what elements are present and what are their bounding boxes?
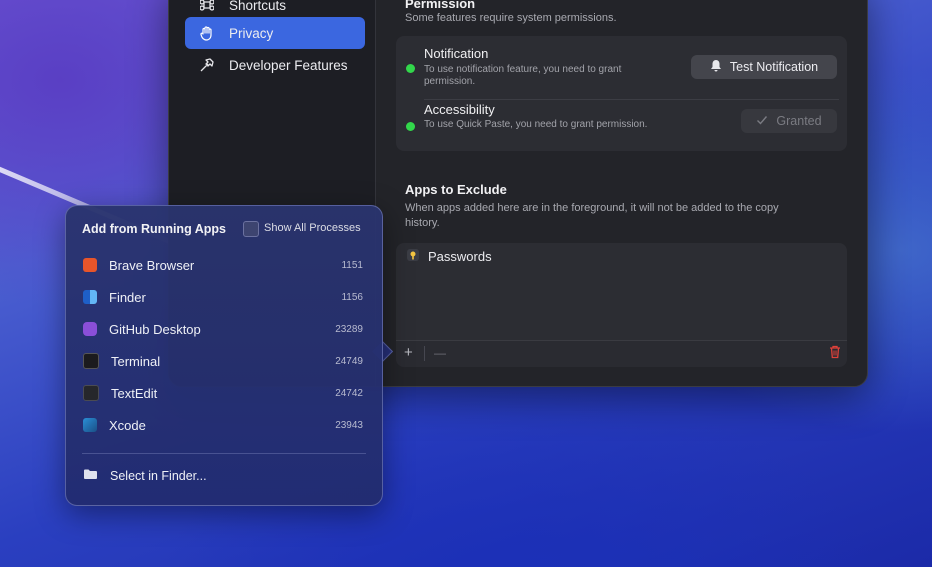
divider [424, 346, 425, 361]
app-name: Terminal [111, 353, 161, 369]
running-app-row[interactable]: Brave Browser 1151 [83, 253, 363, 277]
running-app-row[interactable]: GitHub Desktop 23289 [83, 317, 363, 341]
running-app-row[interactable]: TextEdit 24742 [83, 381, 363, 405]
granted-button: Granted [741, 109, 837, 133]
process-id: 24749 [335, 355, 363, 367]
divider [82, 453, 366, 454]
process-id: 24742 [335, 387, 363, 399]
folder-icon [83, 468, 98, 483]
app-name: TextEdit [111, 385, 158, 401]
permission-row-notification: Notification To use notification feature… [396, 36, 847, 92]
status-dot-green [406, 122, 415, 131]
app-name: GitHub Desktop [109, 321, 201, 337]
trash-icon[interactable] [829, 345, 841, 364]
sidebar-item-label: Privacy [229, 25, 274, 41]
list-toolbar: + — [396, 340, 847, 367]
button-label: Granted [776, 114, 822, 128]
running-apps-popover: Add from Running Apps Show All Processes… [65, 205, 383, 506]
sidebar-item-label: Shortcuts [229, 0, 287, 13]
passwords-app-icon [406, 248, 420, 265]
test-notification-button[interactable]: Test Notification [691, 55, 837, 79]
app-name: Passwords [428, 249, 492, 264]
button-label: Select in Finder... [110, 468, 207, 483]
github-desktop-app-icon [83, 322, 97, 336]
permission-desc: To use notification feature, you need to… [424, 64, 622, 87]
sidebar-item-developer-features[interactable]: Developer Features [185, 49, 365, 81]
running-app-row[interactable]: Finder 1156 [83, 285, 363, 309]
terminal-app-icon [83, 353, 99, 369]
process-id: 23943 [335, 419, 363, 431]
process-id: 1156 [341, 291, 363, 303]
popover-title: Add from Running Apps [82, 222, 226, 236]
remove-app-button[interactable]: — [434, 346, 446, 360]
process-id: 1151 [341, 259, 363, 271]
button-label: Test Notification [729, 60, 819, 74]
permission-list: Notification To use notification feature… [396, 36, 847, 151]
finder-app-icon [83, 290, 97, 304]
brave-browser-app-icon [83, 258, 97, 272]
xcode-app-icon [83, 418, 97, 432]
status-dot-green [406, 64, 415, 73]
excluded-apps-list: Passwords + — [396, 243, 847, 367]
running-app-row[interactable]: Xcode 23943 [83, 413, 363, 437]
app-name: Xcode [109, 417, 146, 433]
bell-icon [710, 59, 722, 75]
permission-heading: Permission [405, 0, 476, 11]
show-all-processes-checkbox[interactable] [243, 221, 259, 237]
apps-to-exclude-subtitle: When apps added here are in the foregrou… [405, 202, 779, 229]
permission-subtitle: Some features require system permissions… [405, 12, 617, 24]
textedit-app-icon [83, 385, 99, 401]
app-name: Finder [109, 289, 146, 305]
permission-title: Notification [424, 46, 489, 61]
sidebar-item-privacy[interactable]: Privacy [185, 17, 365, 49]
checkmark-icon [756, 114, 768, 129]
list-item[interactable]: Passwords [406, 248, 492, 265]
permission-desc: To use Quick Paste, you need to grant pe… [424, 119, 648, 130]
permission-row-accessibility: Accessibility To use Quick Paste, you ne… [396, 100, 847, 156]
running-app-row[interactable]: Terminal 24749 [83, 349, 363, 373]
select-in-finder-button[interactable]: Select in Finder... [83, 468, 207, 483]
sidebar-item-label: Developer Features [229, 57, 348, 73]
show-all-processes-label[interactable]: Show All Processes [264, 222, 361, 234]
process-id: 23289 [335, 323, 363, 335]
apps-to-exclude-heading: Apps to Exclude [405, 182, 507, 197]
add-app-button[interactable]: + [404, 344, 413, 361]
hand-icon [197, 25, 217, 41]
privacy-pane: Permission Some features require system … [376, 0, 867, 386]
app-name: Brave Browser [109, 257, 195, 273]
permission-title: Accessibility [424, 102, 495, 117]
command-icon [197, 0, 217, 12]
hammer-icon [197, 57, 217, 73]
